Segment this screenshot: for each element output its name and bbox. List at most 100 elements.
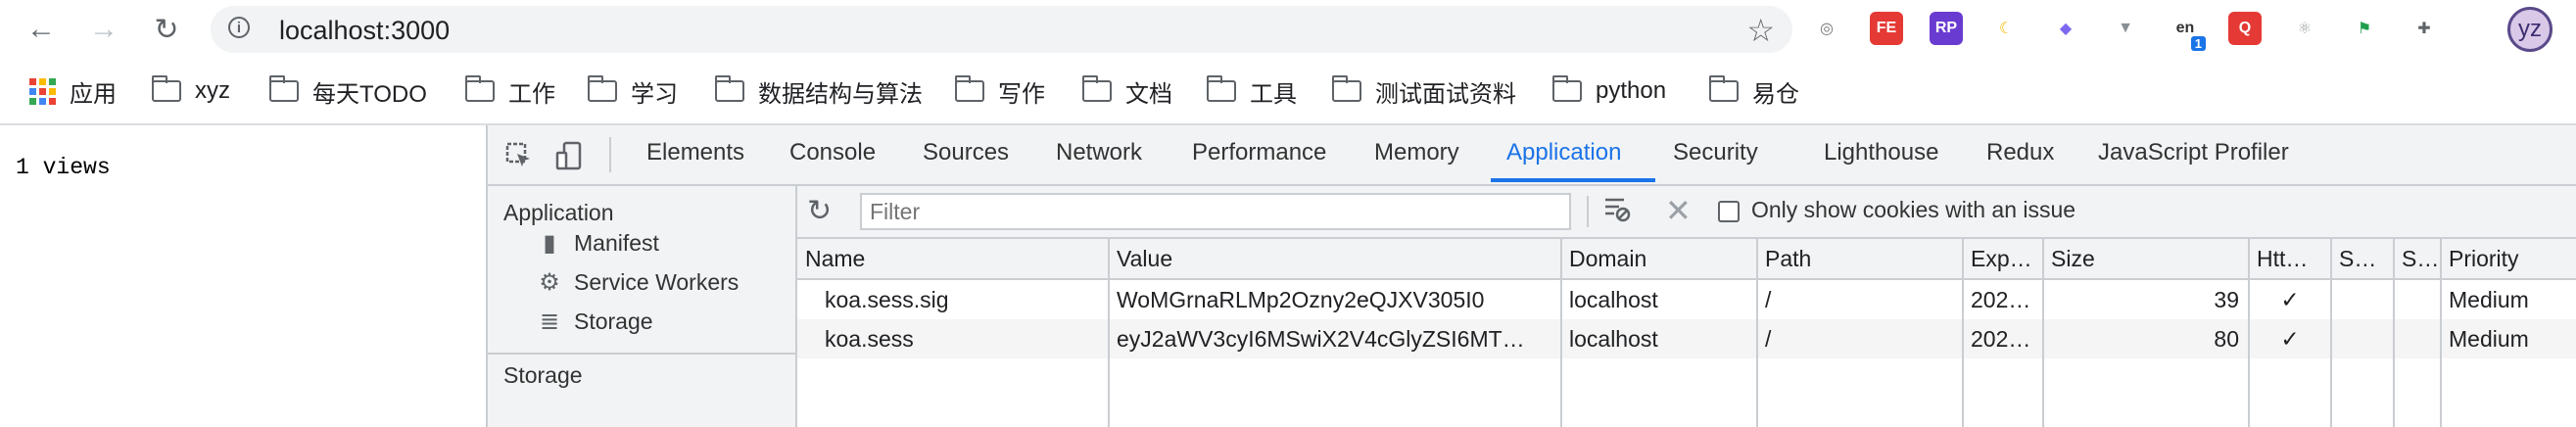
tab-performance[interactable]: Performance <box>1192 139 1326 166</box>
tab-lighthouse[interactable]: Lighthouse <box>1824 139 1938 166</box>
sidebar-item-label: Manifest <box>574 229 659 256</box>
folder-icon <box>464 75 495 102</box>
bookmark-folder[interactable]: 文档 <box>1081 75 1172 108</box>
filter-input[interactable]: Filter <box>860 193 1571 230</box>
bookmark-apps[interactable]: 应用 <box>29 75 117 108</box>
bookmark-label: 每天TODO <box>312 80 427 108</box>
device-toolbar-icon[interactable] <box>552 139 588 172</box>
column-header[interactable]: Domain <box>1561 239 1757 278</box>
bookmark-folder[interactable]: 学习 <box>587 75 678 108</box>
rp-ext-icon[interactable]: RP <box>1930 12 1963 45</box>
tab-security[interactable]: Security <box>1673 139 1758 166</box>
application-sidebar: Application ▮ Manifest ⚙ Service Workers… <box>488 186 797 427</box>
flag-ext-icon[interactable]: ⚑ <box>2348 12 2381 45</box>
issue-only-checkbox[interactable] <box>1718 201 1740 222</box>
bookmark-label: 工具 <box>1250 80 1297 108</box>
vue-ext-icon[interactable]: ▼ <box>2109 12 2142 45</box>
bookmark-star-icon[interactable]: ☆ <box>1746 12 1775 49</box>
profile-avatar[interactable]: yz <box>2507 7 2552 52</box>
column-header[interactable]: Htt… <box>2249 239 2331 278</box>
table-row[interactable]: koa.sess.sig WoMGrnaRLMp2Ozny2eQJXV305I0 l… <box>797 280 2576 319</box>
refresh-icon[interactable]: ↻ <box>807 194 832 228</box>
translate-ext-icon[interactable]: en 1 <box>2169 12 2206 51</box>
cell-value: eyJ2aWV3cyI6MSwiX2V4cGlyZSI6MT… <box>1117 326 1525 352</box>
column-header[interactable]: Path <box>1757 239 1963 278</box>
tab-javascript-profiler[interactable]: JavaScript Profiler <box>2098 139 2289 166</box>
bookmark-folder[interactable]: 每天TODO <box>268 75 427 108</box>
column-header[interactable]: S… <box>2394 239 2441 278</box>
tab-memory[interactable]: Memory <box>1374 139 1459 166</box>
tab-network[interactable]: Network <box>1056 139 1142 166</box>
column-divider[interactable] <box>2440 239 2442 427</box>
dashboard-ext-icon[interactable]: ◎ <box>1810 12 1843 45</box>
puzzle-ext-icon[interactable]: ✚ <box>2408 12 2441 45</box>
table-header: Name Value Domain Path Exp… Size Htt… S… S… Prior… <box>797 239 2576 280</box>
sidebar-item-storage[interactable]: ≣ Storage <box>537 306 653 337</box>
bookmark-label: 学习 <box>631 80 678 108</box>
column-divider[interactable] <box>2248 239 2250 427</box>
bookmark-folder[interactable]: 写作 <box>954 75 1045 108</box>
column-divider[interactable] <box>2042 239 2044 427</box>
sidebar-item-manifest[interactable]: ▮ Manifest <box>537 227 659 259</box>
cell-httponly: ✓ <box>2280 287 2300 312</box>
folder-icon <box>954 75 984 102</box>
column-header[interactable]: Exp… <box>1963 239 2043 278</box>
bookmark-folder[interactable]: 数据结构与算法 <box>714 75 923 108</box>
column-header[interactable]: Priority <box>2441 239 2576 278</box>
folder-icon <box>268 75 299 102</box>
devtools-tab-bar: Elements Console Sources Network Performance… <box>488 125 2576 186</box>
reload-icon[interactable]: ↻ <box>147 10 186 49</box>
bookmark-folder[interactable]: 测试面试资料 <box>1331 75 1516 108</box>
sidebar-item-label: Storage <box>574 308 653 334</box>
cell-size: 80 <box>2214 326 2239 352</box>
column-divider[interactable] <box>2330 239 2332 427</box>
tab-application[interactable]: Application <box>1506 139 1621 166</box>
column-header[interactable]: Name <box>797 239 1109 278</box>
column-divider[interactable] <box>2393 239 2395 427</box>
sidebar-heading-application: Application <box>503 200 614 225</box>
tab-console[interactable]: Console <box>789 139 876 166</box>
sidebar-divider <box>488 353 795 355</box>
sidebar-item-service-workers[interactable]: ⚙ Service Workers <box>537 266 739 298</box>
address-bar[interactable]: i localhost:3000 ☆ <box>211 6 1792 53</box>
q-ext-icon[interactable]: Q <box>2228 12 2262 45</box>
bookmark-folder[interactable]: xyz <box>151 75 230 107</box>
bookmark-folder[interactable]: 工具 <box>1206 75 1297 108</box>
cell-secure <box>2331 280 2394 319</box>
bookmark-label: 文档 <box>1125 80 1172 108</box>
inspect-element-icon[interactable] <box>501 139 537 172</box>
bookmark-label: 数据结构与算法 <box>758 80 923 108</box>
column-divider[interactable] <box>1962 239 1964 427</box>
bookmark-folder[interactable]: 工作 <box>464 75 555 108</box>
column-header[interactable]: Size <box>2043 239 2249 278</box>
url-text[interactable]: localhost:3000 <box>279 16 450 46</box>
cell-path: / <box>1765 287 1772 312</box>
back-arrow-icon[interactable]: ← <box>22 10 61 49</box>
forward-arrow-icon[interactable]: → <box>84 10 123 49</box>
column-header[interactable]: S… <box>2331 239 2394 278</box>
tab-elements[interactable]: Elements <box>646 139 744 166</box>
moon-ext-icon[interactable]: ☾ <box>1989 12 2023 45</box>
fe-ext-icon[interactable]: FE <box>1870 12 1903 45</box>
site-info-icon[interactable]: i <box>228 17 250 38</box>
database-icon: ≣ <box>539 308 560 335</box>
cell-domain: localhost <box>1569 326 1658 352</box>
bookmark-folder[interactable]: 易仓 <box>1708 75 1799 108</box>
bookmark-label: 工作 <box>508 80 555 108</box>
delete-selected-icon[interactable]: ✕ <box>1665 192 1692 229</box>
column-divider[interactable] <box>1108 239 1110 427</box>
table-row[interactable]: koa.sess eyJ2aWV3cyI6MSwiX2V4cGlyZSI6MT… l… <box>797 319 2576 358</box>
file-icon: ▮ <box>543 229 556 257</box>
column-header[interactable]: Value <box>1109 239 1561 278</box>
react-ext-icon[interactable]: ⚛ <box>2288 12 2321 45</box>
tab-sources[interactable]: Sources <box>923 139 1009 166</box>
tab-redux[interactable]: Redux <box>1986 139 2054 166</box>
fox-ext-icon[interactable]: ◆ <box>2049 12 2082 45</box>
clear-all-cookies-icon[interactable] <box>1602 194 1632 230</box>
cell-name: koa.sess <box>825 326 914 352</box>
cookies-panel: ↻ Filter ✕ Only show cookies with an iss… <box>797 186 2576 427</box>
folder-icon <box>1551 75 1582 102</box>
bookmark-folder[interactable]: python <box>1551 75 1666 107</box>
column-divider[interactable] <box>1560 239 1562 427</box>
column-divider[interactable] <box>1756 239 1758 427</box>
